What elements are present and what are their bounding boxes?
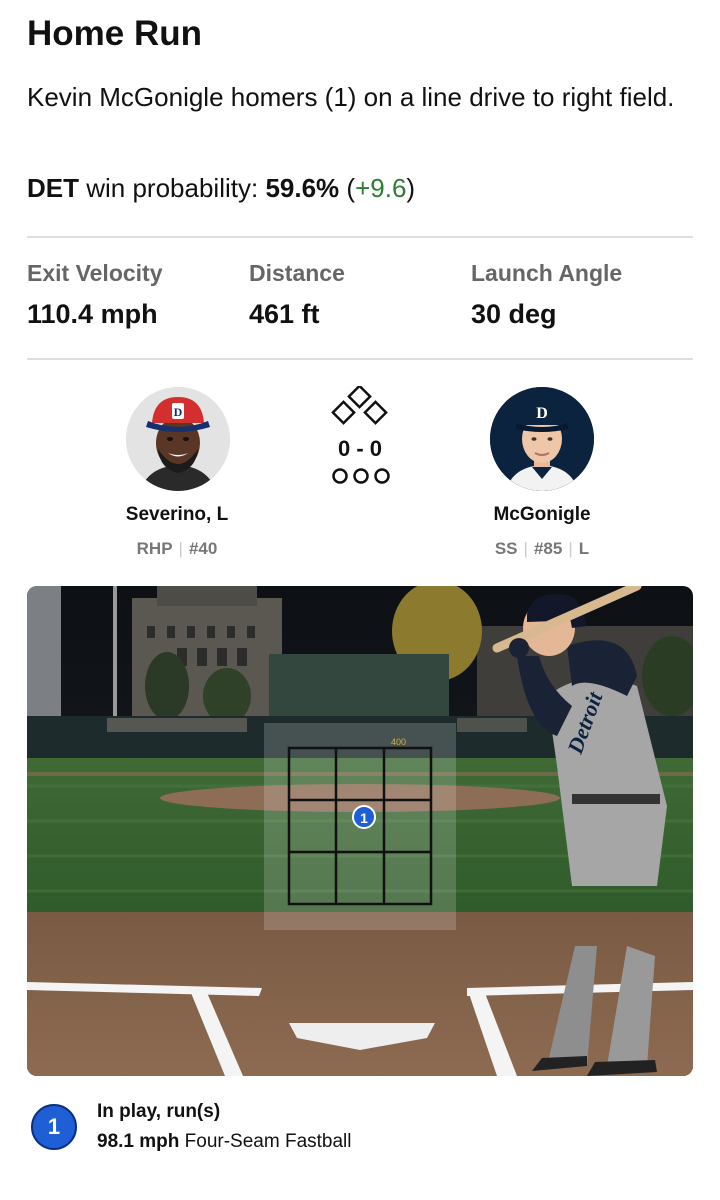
pitch-speed: 98.1 mph	[97, 1131, 180, 1152]
home-plate-dirt	[27, 912, 693, 1076]
pitcher-position: RHP	[136, 539, 173, 558]
win-probability-team: DET	[27, 173, 79, 203]
pitch-number-badge[interactable]: 1	[31, 1104, 77, 1150]
stat-label: Exit Velocity	[27, 260, 163, 286]
stat-value: 461 ft	[249, 299, 320, 329]
win-probability-delta-value: +9.6	[355, 173, 407, 203]
pitch-type: Four-Seam Fastball	[184, 1131, 352, 1152]
pitcher-meta: RHP | #40	[136, 539, 218, 558]
stat-launch-angle: Launch Angle 30 deg	[471, 260, 622, 330]
batter-avatar[interactable]: D	[490, 387, 594, 491]
building	[27, 586, 61, 716]
pitcher-avatar[interactable]: D	[126, 387, 230, 491]
pitch-visualization[interactable]: 400 Detroit 1	[27, 586, 693, 1076]
batter-bats: L	[578, 539, 590, 558]
stat-value: 30 deg	[471, 299, 557, 329]
bases-diamond-icon	[331, 386, 388, 425]
win-probability-label: win probability:	[86, 173, 259, 203]
stat-distance: Distance 461 ft	[249, 260, 345, 330]
win-probability: DET win probability: 59.6% (+9.6)	[27, 173, 415, 204]
pitch-count: 0 - 0	[337, 436, 383, 461]
pitcher-headshot-icon: D	[126, 387, 230, 491]
batter-name[interactable]: McGonigle	[432, 504, 652, 526]
play-title: Home Run	[27, 14, 202, 53]
stat-exit-velocity: Exit Velocity 110.4 mph	[27, 260, 163, 330]
stat-value: 110.4 mph	[27, 299, 158, 329]
pitch-marker-number: 1	[360, 810, 368, 826]
pitcher-cap-letter: D	[174, 405, 183, 419]
outs-circles-icon	[332, 468, 390, 484]
win-probability-delta: (+9.6)	[346, 173, 416, 203]
pitcher-name[interactable]: Severino, L	[67, 504, 287, 526]
stat-label: Distance	[249, 260, 345, 286]
pitch-result: In play, run(s)	[97, 1101, 221, 1122]
batter-number: #85	[533, 539, 563, 558]
batter-position: SS	[494, 539, 518, 558]
batter-headshot-icon: D	[490, 387, 594, 491]
divider	[27, 358, 693, 360]
batter-meta: SS | #85 | L	[494, 539, 590, 558]
batter-cap-letter: D	[536, 405, 548, 422]
ballpark-scene: 400 Detroit 1	[27, 586, 693, 1076]
pitcher-number: #40	[188, 539, 218, 558]
play-description: Kevin McGonigle homers (1) on a line dri…	[27, 82, 675, 112]
pitch-details: 98.1 mph Four-Seam Fastball	[97, 1131, 352, 1153]
stat-label: Launch Angle	[471, 260, 623, 286]
divider	[27, 236, 693, 238]
wall-distance-marker: 400	[391, 737, 406, 747]
win-probability-value: 59.6%	[265, 173, 340, 203]
